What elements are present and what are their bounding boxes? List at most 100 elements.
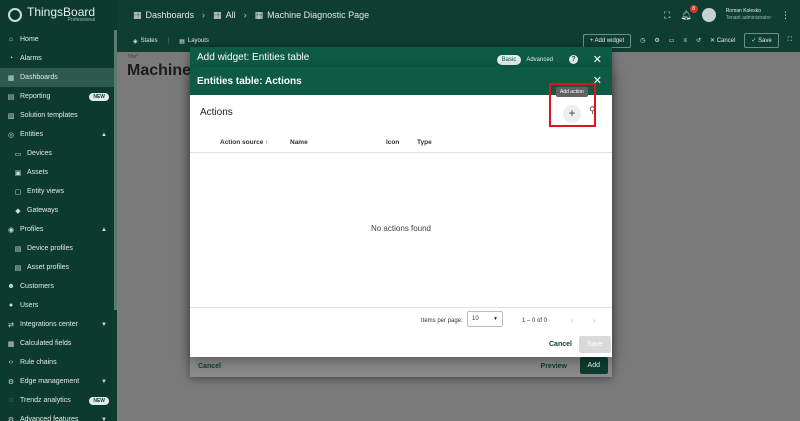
undo-history-icon[interactable]: ↺ — [696, 37, 701, 44]
next-page-icon[interactable]: › — [593, 316, 596, 325]
sidebar-item-devices[interactable]: ▭ Devices — [0, 144, 117, 163]
gateway-icon: ◆ — [15, 207, 21, 215]
sidebar-item-reporting[interactable]: ▤ Reporting NEW — [0, 87, 117, 106]
add-widget-button[interactable]: + Add widget — [582, 33, 632, 48]
title-field-label: Title* — [127, 54, 139, 60]
chevron-down-icon: ▼ — [101, 416, 107, 421]
actions-save-button[interactable]: Save — [579, 336, 611, 353]
home-icon: ⌂ — [8, 36, 14, 43]
filter-icon[interactable]: ≡ — [683, 38, 687, 44]
items-per-page-select[interactable]: 10 ▼ — [467, 311, 503, 327]
previous-page-icon[interactable]: ‹ — [571, 316, 574, 325]
sidebar-item-entities[interactable]: ◎ Entities ▲ — [0, 125, 117, 144]
breadcrumb-label: Dashboards — [145, 10, 195, 20]
user-info[interactable]: Roman Kolesko Tenant administrator — [726, 8, 771, 22]
highlight-box — [549, 83, 596, 127]
close-icon[interactable]: ✕ — [593, 53, 602, 66]
sidebar-item-advanced-features[interactable]: ⚙ Advanced features ▼ — [0, 410, 117, 421]
layouts-button[interactable]: ▤ Layouts — [175, 36, 213, 47]
users-icon: ● — [8, 302, 14, 309]
mode-basic[interactable]: Basic — [496, 55, 522, 65]
sidebar-item-label: Entities — [20, 131, 43, 138]
sidebar-item-label: Integrations center — [20, 321, 78, 328]
grid-icon: ▦ — [7, 74, 15, 82]
sidebar-item-integrations-center[interactable]: ⇄ Integrations center ▼ — [0, 315, 117, 334]
dashboards-icon: ▦ — [133, 9, 142, 20]
sidebar-item-profiles[interactable]: ◉ Profiles ▲ — [0, 220, 117, 239]
breadcrumb-dashboards[interactable]: ▦ Dashboards — [133, 10, 194, 21]
breadcrumb-separator: › — [202, 10, 206, 20]
mode-advanced[interactable]: Advanced — [521, 55, 558, 65]
save-dashboard-button[interactable]: ✓ Save — [744, 33, 779, 48]
sidebar-item-label: Device profiles — [27, 245, 73, 252]
add-widget-title: Add widget: Entities table — [197, 51, 310, 63]
states-button[interactable]: ◈ States — [129, 36, 162, 47]
avatar[interactable] — [701, 8, 716, 22]
dashboards-icon: ▦ — [213, 9, 222, 20]
column-action-source[interactable]: Action source ↑ — [220, 139, 268, 146]
column-name[interactable]: Name — [290, 139, 308, 146]
calc-icon: ▦ — [7, 340, 15, 348]
sidebar-item-label: Trendz analytics — [20, 397, 71, 404]
sidebar-item-alarms[interactable]: ◔ Alarms — [0, 49, 117, 68]
sidebar-item-edge-management[interactable]: ⚙ Edge management ▼ — [0, 372, 117, 391]
sidebar-item-assets[interactable]: ▣ Assets — [0, 163, 117, 182]
history-icon[interactable]: ◷ — [640, 37, 645, 44]
sidebar-item-label: Entity views — [27, 188, 64, 195]
empty-state: No actions found — [370, 224, 432, 233]
fullscreen-icon[interactable]: ⛶ — [788, 37, 792, 44]
sidebar-item-home[interactable]: ⌂ Home — [0, 30, 117, 49]
sidebar-item-label: Rule chains — [20, 359, 57, 366]
profiles-icon: ◉ — [7, 226, 15, 234]
sidebar-item-label: Asset profiles — [27, 264, 70, 271]
fullscreen-icon[interactable]: ⛶ — [664, 10, 670, 21]
customers-icon: ☻ — [7, 283, 15, 290]
caret-down-icon: ▼ — [493, 316, 498, 322]
items-per-page-label: Items per page: — [421, 318, 463, 324]
bell-icon: ◔ — [8, 55, 14, 62]
column-type[interactable]: Type — [417, 139, 432, 146]
display-icon[interactable]: ▭ — [669, 37, 675, 44]
breadcrumb-all[interactable]: ▦ All — [213, 10, 236, 21]
page-range: 1 – 0 of 0 — [522, 318, 548, 324]
sidebar-item-solution-templates[interactable]: ▧ Solution templates — [0, 106, 117, 125]
notifications-button[interactable]: 🔔︎ 8 — [680, 4, 698, 21]
table-header: Action source ↑ Name Icon Type — [190, 133, 612, 153]
sidebar-item-trendz-analytics[interactable]: ◌ Trendz analytics NEW — [0, 391, 117, 410]
sidebar-item-customers[interactable]: ☻ Customers — [0, 277, 117, 296]
rule-icon: ‹› — [8, 359, 14, 366]
states-label: States — [140, 38, 158, 44]
sidebar-item-dashboards[interactable]: ▦ Dashboards — [0, 68, 117, 87]
mode-toggle: Basic Advanced — [496, 55, 558, 65]
device-icon: ▭ — [14, 150, 22, 158]
sidebar-item-label: Dashboards — [20, 74, 58, 81]
sidebar-item-rule-chains[interactable]: ‹› Rule chains — [0, 353, 117, 372]
layers-icon: ◈ — [133, 38, 138, 45]
sidebar-item-device-profiles[interactable]: ▤ Device profiles — [0, 239, 117, 258]
sidebar-item-gateways[interactable]: ◆ Gateways — [0, 201, 117, 220]
preview-button[interactable]: Preview — [541, 363, 567, 370]
gear-icon[interactable]: ⚙ — [654, 37, 659, 44]
cancel-edit-button[interactable]: ✕ Cancel — [710, 37, 735, 44]
layouts-icon: ▤ — [179, 38, 185, 45]
edge-icon: ⚙ — [7, 378, 15, 386]
thingsboard-logo-icon — [8, 8, 22, 22]
add-widget-footer: Cancel Preview Add — [190, 355, 612, 377]
sidebar-item-calculated-fields[interactable]: ▦ Calculated fields — [0, 334, 117, 353]
help-icon[interactable]: ? — [569, 55, 578, 64]
sidebar-item-entity-views[interactable]: ▢ Entity views — [0, 182, 117, 201]
sidebar-item-users[interactable]: ● Users — [0, 296, 117, 315]
sidebar-item-asset-profiles[interactable]: ▤ Asset profiles — [0, 258, 117, 277]
actions-cancel-button[interactable]: Cancel — [549, 341, 572, 348]
more-vert-icon[interactable]: ⋮ — [781, 10, 790, 21]
add-button[interactable]: Add — [579, 357, 608, 374]
brand[interactable]: ThingsBoard Professional — [0, 0, 117, 30]
column-icon[interactable]: Icon — [386, 139, 399, 146]
paginator: Items per page: 10 ▼ 1 – 0 of 0 ‹ › — [190, 307, 612, 335]
add-widget-cancel-button[interactable]: Cancel — [198, 363, 221, 370]
chevron-down-icon: ▼ — [101, 321, 107, 328]
sidebar-item-label: Customers — [20, 283, 54, 290]
sidebar-item-label: Gateways — [27, 207, 59, 214]
notification-count: 8 — [689, 4, 698, 13]
layouts-label: Layouts — [187, 38, 209, 44]
